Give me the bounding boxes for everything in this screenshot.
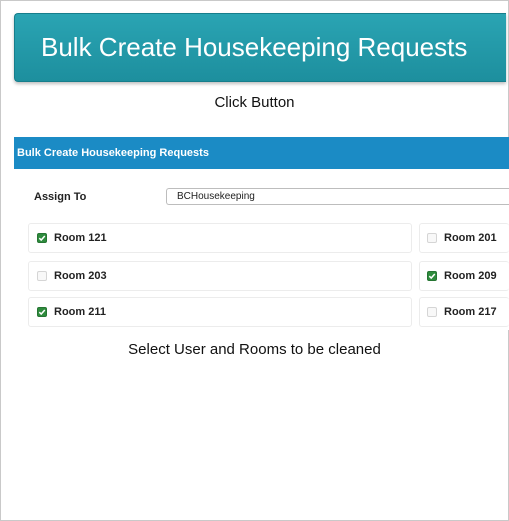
bulk-create-panel: Bulk Create Housekeeping Requests Assign… [14, 137, 509, 330]
room-217-checkbox[interactable] [427, 307, 437, 317]
room-121-label: Room 121 [54, 232, 107, 244]
room-item-211[interactable]: Room 211 [28, 297, 412, 327]
room-211-checkbox[interactable] [37, 307, 47, 317]
room-209-checkbox[interactable] [427, 271, 437, 281]
caption-select-rooms: Select User and Rooms to be cleaned [128, 341, 381, 358]
room-209-label: Room 209 [444, 270, 497, 282]
bulk-create-button-label: Bulk Create Housekeeping Requests [41, 32, 468, 62]
room-211-label: Room 211 [54, 306, 106, 318]
room-121-checkbox[interactable] [37, 233, 47, 243]
room-201-checkbox[interactable] [427, 233, 437, 243]
check-icon [428, 273, 436, 280]
room-item-217[interactable]: Room 217 [419, 297, 509, 327]
room-item-201[interactable]: Room 201 [419, 223, 509, 253]
assign-to-input[interactable] [166, 188, 509, 205]
check-icon [38, 235, 46, 242]
room-217-label: Room 217 [444, 306, 497, 318]
room-203-checkbox[interactable] [37, 271, 47, 281]
room-item-203[interactable]: Room 203 [28, 261, 412, 291]
bulk-create-housekeeping-button[interactable]: Bulk Create Housekeeping Requests [14, 13, 506, 82]
room-item-209[interactable]: Room 209 [419, 261, 509, 291]
room-item-121[interactable]: Room 121 [28, 223, 412, 253]
assign-to-label: Assign To [34, 191, 87, 203]
room-203-label: Room 203 [54, 270, 107, 282]
room-201-label: Room 201 [444, 232, 497, 244]
check-icon [38, 309, 46, 316]
panel-title: Bulk Create Housekeeping Requests [14, 137, 509, 169]
caption-click-button: Click Button [214, 94, 295, 111]
